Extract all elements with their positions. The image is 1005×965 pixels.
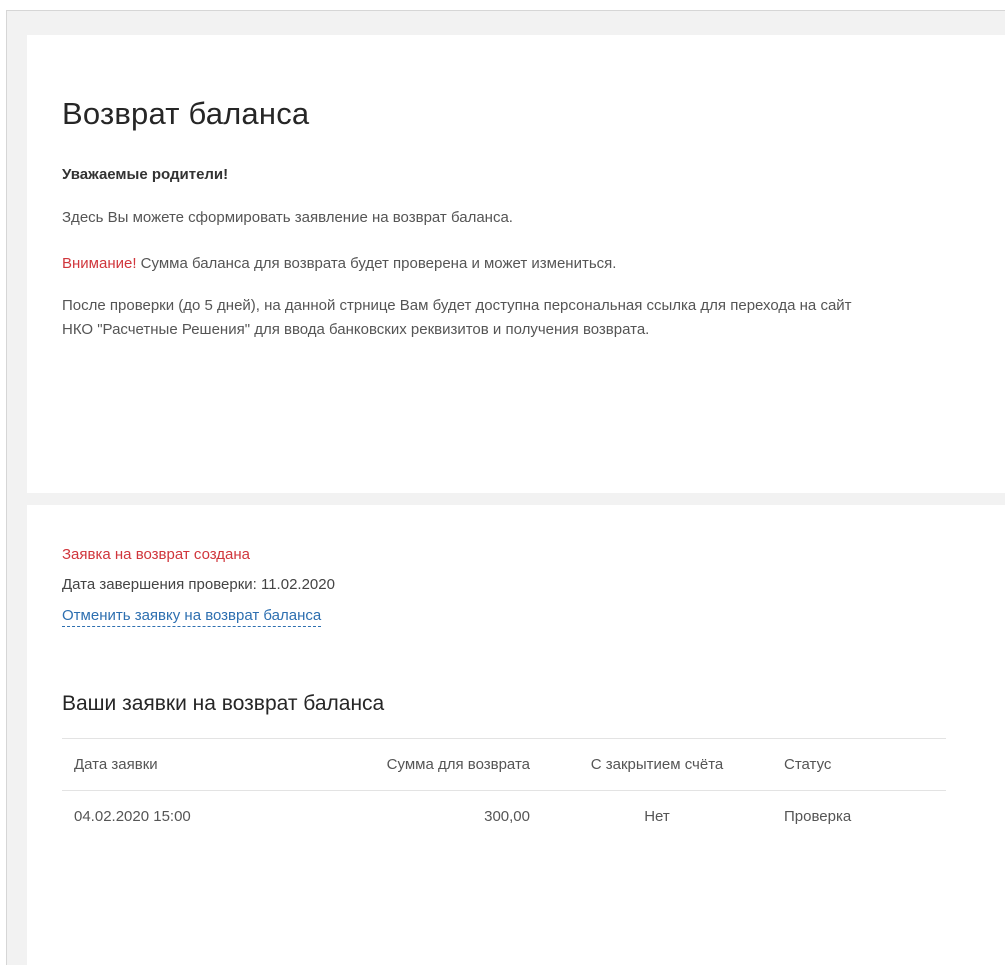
cell-status: Проверка [772, 790, 946, 843]
table-header-row: Дата заявки Сумма для возврата С закрыти… [62, 738, 946, 791]
after-check-text: После проверки (до 5 дней), на данной ст… [62, 297, 852, 338]
attention-label: Внимание! [62, 255, 137, 272]
cell-close-account: Нет [542, 790, 772, 843]
check-completion-date: Дата завершения проверки: 11.02.2020 [62, 576, 335, 593]
cell-refund-amount: 300,00 [292, 790, 542, 843]
cell-request-date: 04.02.2020 15:00 [62, 790, 292, 843]
intro-text: Здесь Вы можете сформировать заявление н… [62, 209, 513, 226]
column-header-date: Дата заявки [62, 738, 292, 791]
attention-text: Сумма баланса для возврата будет провере… [136, 255, 617, 272]
page-title: Возврат баланса [62, 96, 310, 131]
column-header-amount: Сумма для возврата [292, 738, 542, 791]
column-header-close-account: С закрытием счёта [542, 738, 772, 791]
column-header-status: Статус [772, 738, 946, 791]
request-created-status: Заявка на возврат создана [62, 546, 251, 563]
cancel-request-link[interactable]: Отменить заявку на возврат баланса [62, 606, 322, 627]
requests-section-title: Ваши заявки на возврат баланса [62, 692, 385, 715]
greeting-text: Уважаемые родители! [62, 166, 229, 183]
requests-card [27, 505, 1005, 965]
requests-table: Дата заявки Сумма для возврата С закрыти… [62, 738, 946, 843]
attention-paragraph: Внимание! Сумма баланса для возврата буд… [62, 252, 862, 276]
table-row: 04.02.2020 15:00 300,00 Нет Проверка [62, 790, 946, 843]
